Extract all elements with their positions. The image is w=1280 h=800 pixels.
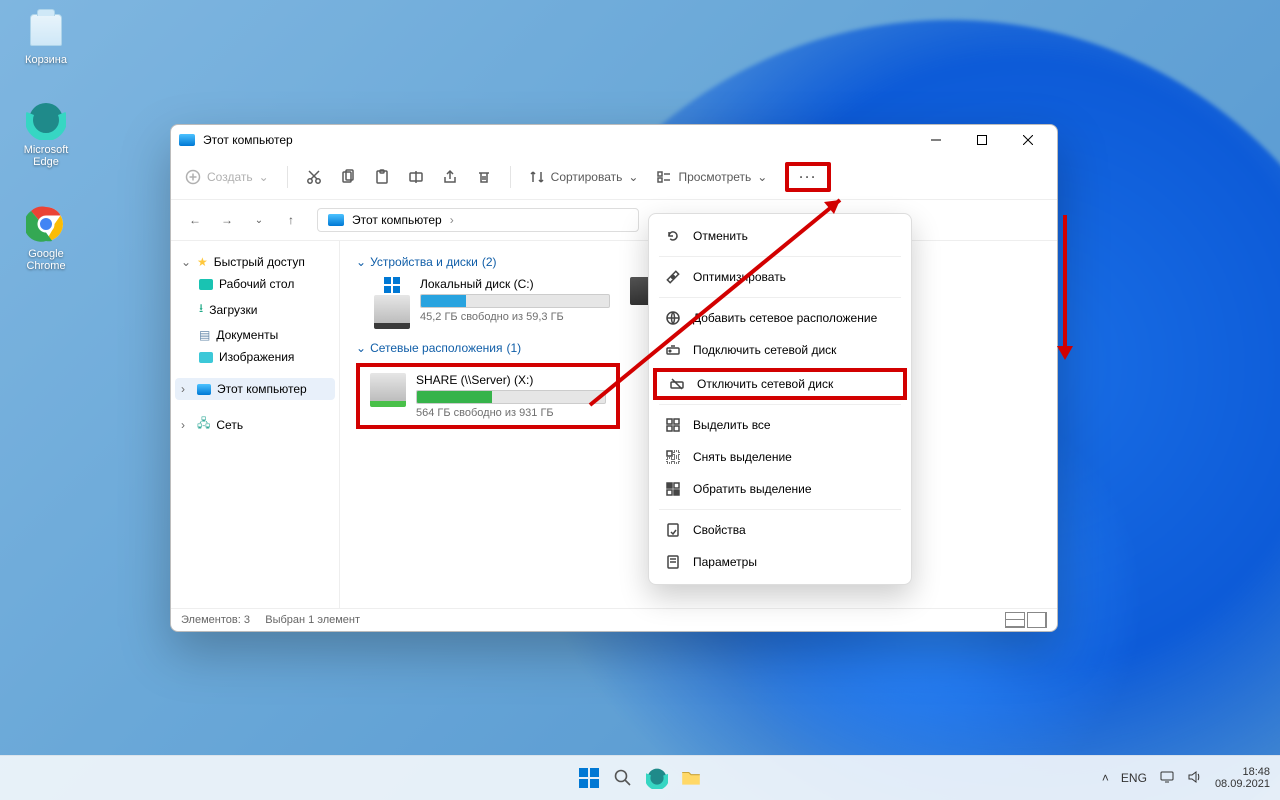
sidebar-desktop[interactable]: Рабочий стол: [175, 273, 335, 295]
thispc-icon: [328, 214, 344, 226]
sidebar-network[interactable]: ›🖧Сеть: [175, 410, 335, 439]
taskbar-search[interactable]: [610, 765, 636, 791]
download-icon: ⭳: [199, 299, 203, 320]
delete-button[interactable]: [476, 169, 492, 185]
titlebar[interactable]: Этот компьютер: [171, 125, 1057, 155]
minimize-button[interactable]: [913, 125, 959, 155]
ellipsis-icon: ···: [799, 170, 817, 184]
menu-disconnect-network-drive[interactable]: Отключить сетевой диск: [653, 368, 907, 400]
chevron-down-icon: ⌄: [628, 170, 638, 184]
status-selection: Выбран 1 элемент: [265, 614, 360, 626]
chevron-down-icon: ⌄: [757, 170, 767, 184]
tray-clock[interactable]: 18:48 08.09.2021: [1215, 766, 1270, 790]
star-icon: ★: [197, 255, 208, 269]
rename-button[interactable]: [408, 169, 424, 185]
drive-name: SHARE (\\Server) (X:): [416, 373, 606, 387]
new-button[interactable]: Создать ⌄: [185, 169, 269, 185]
sidebar-this-pc[interactable]: ›Этот компьютер: [175, 378, 335, 400]
sort-button[interactable]: Сортировать ⌄: [529, 169, 639, 185]
view-tiles-button[interactable]: [1027, 612, 1047, 628]
tray-chevron-up-icon[interactable]: ˄: [1102, 771, 1109, 785]
menu-map-network-drive[interactable]: Подключить сетевой диск: [649, 334, 911, 366]
menu-select-none[interactable]: Снять выделение: [649, 441, 911, 473]
maximize-button[interactable]: [959, 125, 1005, 155]
menu-invert-selection[interactable]: Обратить выделение: [649, 473, 911, 505]
drive-icon: [374, 295, 410, 329]
pictures-icon: [199, 352, 213, 363]
menu-properties[interactable]: Свойства: [649, 514, 911, 546]
sidebar-downloads[interactable]: ⭳Загрузки: [175, 295, 335, 324]
usage-bar: [420, 294, 610, 308]
explorer-window: Этот компьютер Создать ⌄ Сортировать ⌄ П…: [170, 124, 1058, 632]
annotation-highlight-drive: SHARE (\\Server) (X:) 564 ГБ свободно из…: [356, 363, 620, 429]
chevron-right-icon: ›: [450, 213, 454, 227]
menu-add-network-location[interactable]: Добавить сетевое расположение: [649, 302, 911, 334]
taskbar-edge[interactable]: [644, 765, 670, 791]
breadcrumb[interactable]: Этот компьютер: [352, 213, 442, 227]
up-button[interactable]: ↑: [279, 213, 303, 227]
taskbar-explorer[interactable]: [678, 765, 704, 791]
chevron-down-icon: ⌄: [356, 255, 366, 269]
desktop-icon-recycle-bin[interactable]: Корзина: [10, 10, 82, 66]
window-title: Этот компьютер: [203, 133, 293, 147]
thispc-icon: [179, 134, 195, 146]
back-button[interactable]: ←: [183, 213, 207, 227]
network-drive-icon: [370, 373, 406, 407]
forward-button[interactable]: →: [215, 213, 239, 227]
share-button[interactable]: [442, 169, 458, 185]
menu-optimize[interactable]: Оптимизировать: [649, 261, 911, 293]
thispc-icon: [197, 384, 211, 395]
usage-bar: [416, 390, 606, 404]
desktop-icon-label: Google Chrome: [10, 248, 82, 272]
network-icon: 🖧: [197, 414, 210, 435]
sidebar-documents[interactable]: ▤Документы: [175, 324, 335, 346]
drive-name: Локальный диск (C:): [420, 277, 610, 291]
chevron-down-icon[interactable]: ⌄: [247, 215, 271, 226]
context-menu: Отменить Оптимизировать Добавить сетевое…: [648, 213, 912, 585]
toolbar: Создать ⌄ Сортировать ⌄ Просмотреть ⌄ ··…: [171, 155, 1057, 200]
tray-volume-icon[interactable]: [1187, 770, 1203, 787]
desktop-icon: [199, 279, 213, 290]
paste-button[interactable]: [374, 169, 390, 185]
taskbar[interactable]: ˄ ENG 18:48 08.09.2021: [0, 755, 1280, 800]
copy-button[interactable]: [340, 169, 356, 185]
drive-free: 45,2 ГБ свободно из 59,3 ГБ: [420, 311, 610, 323]
drive-free: 564 ГБ свободно из 931 ГБ: [416, 407, 606, 419]
chevron-down-icon: ⌄: [259, 170, 269, 184]
close-button[interactable]: [1005, 125, 1051, 155]
sidebar: ⌄★Быстрый доступ Рабочий стол ⭳Загрузки …: [171, 241, 340, 608]
sidebar-pictures[interactable]: Изображения: [175, 346, 335, 368]
tray-language[interactable]: ENG: [1121, 771, 1147, 785]
menu-select-all[interactable]: Выделить все: [649, 409, 911, 441]
drive-x[interactable]: SHARE (\\Server) (X:) 564 ГБ свободно из…: [362, 369, 614, 423]
desktop-icon-chrome[interactable]: Google Chrome: [10, 204, 82, 272]
cut-button[interactable]: [306, 169, 322, 185]
desktop-icon-label: Microsoft Edge: [10, 144, 82, 168]
chevron-down-icon: ⌄: [356, 341, 366, 355]
menu-undo[interactable]: Отменить: [649, 220, 911, 252]
desktop-icon-label: Корзина: [10, 54, 82, 66]
tray-network-icon[interactable]: [1159, 770, 1175, 787]
more-button[interactable]: ···: [785, 162, 831, 192]
view-details-button[interactable]: [1005, 612, 1025, 628]
desktop-icon-edge[interactable]: Microsoft Edge: [10, 100, 82, 168]
address-bar[interactable]: Этот компьютер ›: [317, 208, 639, 232]
start-button[interactable]: [576, 765, 602, 791]
status-bar: Элементов: 3 Выбран 1 элемент: [171, 608, 1057, 631]
document-icon: ▤: [199, 328, 210, 342]
status-item-count: Элементов: 3: [181, 614, 250, 626]
menu-options[interactable]: Параметры: [649, 546, 911, 578]
view-button[interactable]: Просмотреть ⌄: [656, 169, 767, 185]
sidebar-quick-access[interactable]: ⌄★Быстрый доступ: [175, 251, 335, 273]
navigation-bar: ← → ⌄ ↑ Этот компьютер ›: [171, 200, 1057, 241]
